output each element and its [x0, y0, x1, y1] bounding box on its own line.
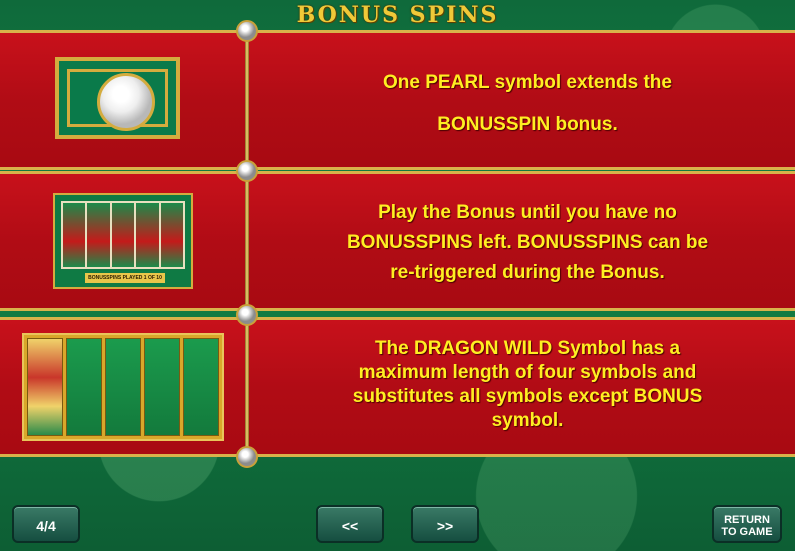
- mini-bonus-label: BONUSSPINS PLAYED 1 OF 10: [85, 273, 165, 283]
- pearl-knob-icon: [236, 304, 258, 326]
- panel-divider: [245, 30, 249, 457]
- return-to-game-button[interactable]: RETURN TO GAME: [712, 505, 782, 543]
- dragon-wild-reels-image: [22, 333, 224, 441]
- panel-text-pearl: One PEARL symbol extends the BONUSSPIN b…: [260, 62, 795, 146]
- pearl-knob-icon: [236, 20, 258, 42]
- text-line: BONUSSPIN bonus.: [437, 114, 618, 135]
- panel-text-bonus-play: Play the Bonus until you have no BONUSSP…: [260, 198, 795, 288]
- page-title: BONUS SPINS: [296, 2, 499, 28]
- pearl-knob-icon: [236, 446, 258, 468]
- previous-page-button[interactable]: <<: [316, 505, 384, 543]
- text-line: Play the Bonus until you have no: [378, 202, 677, 223]
- pearl-symbol-image: [55, 57, 180, 139]
- next-page-button[interactable]: >>: [411, 505, 479, 543]
- pearl-icon: [97, 73, 155, 131]
- text-line: maximum length of four symbols and: [358, 362, 697, 383]
- pearl-knob-icon: [236, 160, 258, 182]
- bonus-game-screenshot-image: BONUSSPINS PLAYED 1 OF 10: [53, 193, 193, 289]
- text-line: BONUSSPINS left. BONUSSPINS can be: [346, 232, 709, 253]
- page-indicator-button[interactable]: 4/4: [12, 505, 80, 543]
- panel-text-dragon-wild: The DRAGON WILD Symbol has a maximum len…: [260, 337, 795, 433]
- return-label-line2: TO GAME: [721, 526, 773, 538]
- text-line: substitutes all symbols except BONUS: [352, 386, 703, 407]
- return-label-line1: RETURN: [724, 514, 770, 526]
- text-line: The DRAGON WILD Symbol has a: [374, 338, 681, 359]
- text-line: One PEARL symbol extends the: [383, 72, 672, 93]
- text-line: re-triggered during the Bonus.: [390, 262, 665, 283]
- text-line: symbol.: [491, 410, 564, 431]
